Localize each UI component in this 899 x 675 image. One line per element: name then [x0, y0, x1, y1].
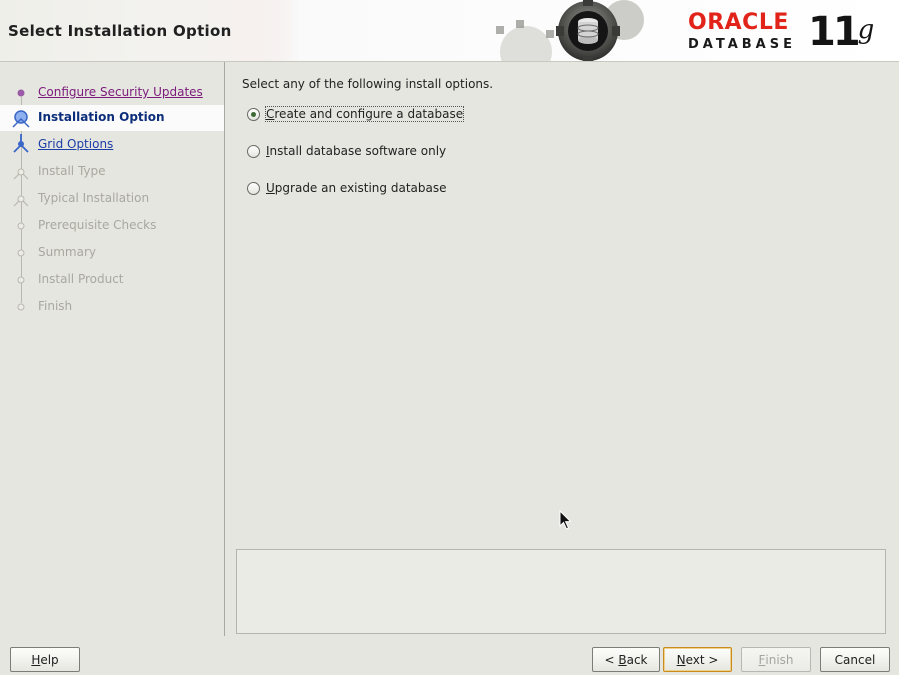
product-name: DATABASE [688, 37, 796, 52]
step-label: Prerequisite Checks [38, 218, 157, 232]
instruction-text: Select any of the following install opti… [242, 77, 494, 91]
step-status-icon [17, 249, 25, 257]
step-configure-security-updates[interactable]: Configure Security Updates [0, 80, 224, 106]
page-title: Select Installation Option [8, 22, 232, 40]
cancel-button[interactable]: Cancel [820, 647, 890, 672]
oracle-logo: ORACLE DATABASE [688, 12, 796, 52]
version-number: 11 [808, 9, 861, 55]
step-install-type: Install Type [0, 159, 224, 185]
step-grid-options[interactable]: Grid Options [0, 132, 224, 158]
step-label: Summary [38, 245, 96, 259]
version-suffix: g [857, 15, 875, 45]
option-create-configure-database[interactable]: Create and configure a database [247, 105, 465, 123]
help-button[interactable]: Help [10, 647, 80, 672]
step-install-product: Install Product [0, 267, 224, 293]
option-label[interactable]: Upgrade an existing database [266, 181, 446, 195]
step-installation-option[interactable]: Installation Option [0, 105, 224, 131]
step-label: Grid Options [38, 137, 114, 151]
step-summary: Summary [0, 240, 224, 266]
step-typical-installation: Typical Installation [0, 186, 224, 212]
option-install-software-only[interactable]: Install database software only [247, 142, 446, 160]
radio-button[interactable] [247, 181, 260, 195]
radio-button[interactable] [247, 144, 260, 158]
step-status-icon [13, 168, 29, 180]
step-label: Install Type [38, 164, 106, 178]
step-status-icon [17, 303, 25, 311]
step-status-icon [13, 134, 29, 153]
step-status-icon [17, 222, 25, 230]
step-status-icon [17, 276, 25, 284]
step-status-icon [13, 195, 29, 207]
step-label: Install Product [38, 272, 124, 286]
header-banner: Select Installation Option ORACLE DATABA… [0, 0, 899, 62]
version-logo: 11g [808, 10, 874, 54]
option-upgrade-existing-database[interactable]: Upgrade an existing database [247, 179, 446, 197]
message-panel [236, 549, 886, 634]
finish-button[interactable]: Finish [741, 647, 811, 672]
step-label: Configure Security Updates [38, 85, 203, 99]
step-status-icon [17, 89, 25, 97]
option-label[interactable]: Install database software only [266, 144, 446, 158]
back-button[interactable]: < Back [592, 647, 660, 672]
step-label: Installation Option [38, 110, 165, 124]
step-label: Finish [38, 299, 73, 313]
step-finish: Finish [0, 294, 224, 320]
radio-button[interactable] [247, 107, 260, 121]
next-button[interactable]: Next > [663, 647, 732, 672]
step-label: Typical Installation [38, 191, 150, 205]
step-prerequisite-checks: Prerequisite Checks [0, 213, 224, 239]
option-label[interactable]: Create and configure a database [264, 106, 465, 122]
mouse-pointer-icon [559, 510, 572, 530]
oracle-brand: ORACLE [688, 10, 789, 35]
step-status-icon [12, 110, 30, 128]
gears-database-icon [496, 0, 644, 61]
